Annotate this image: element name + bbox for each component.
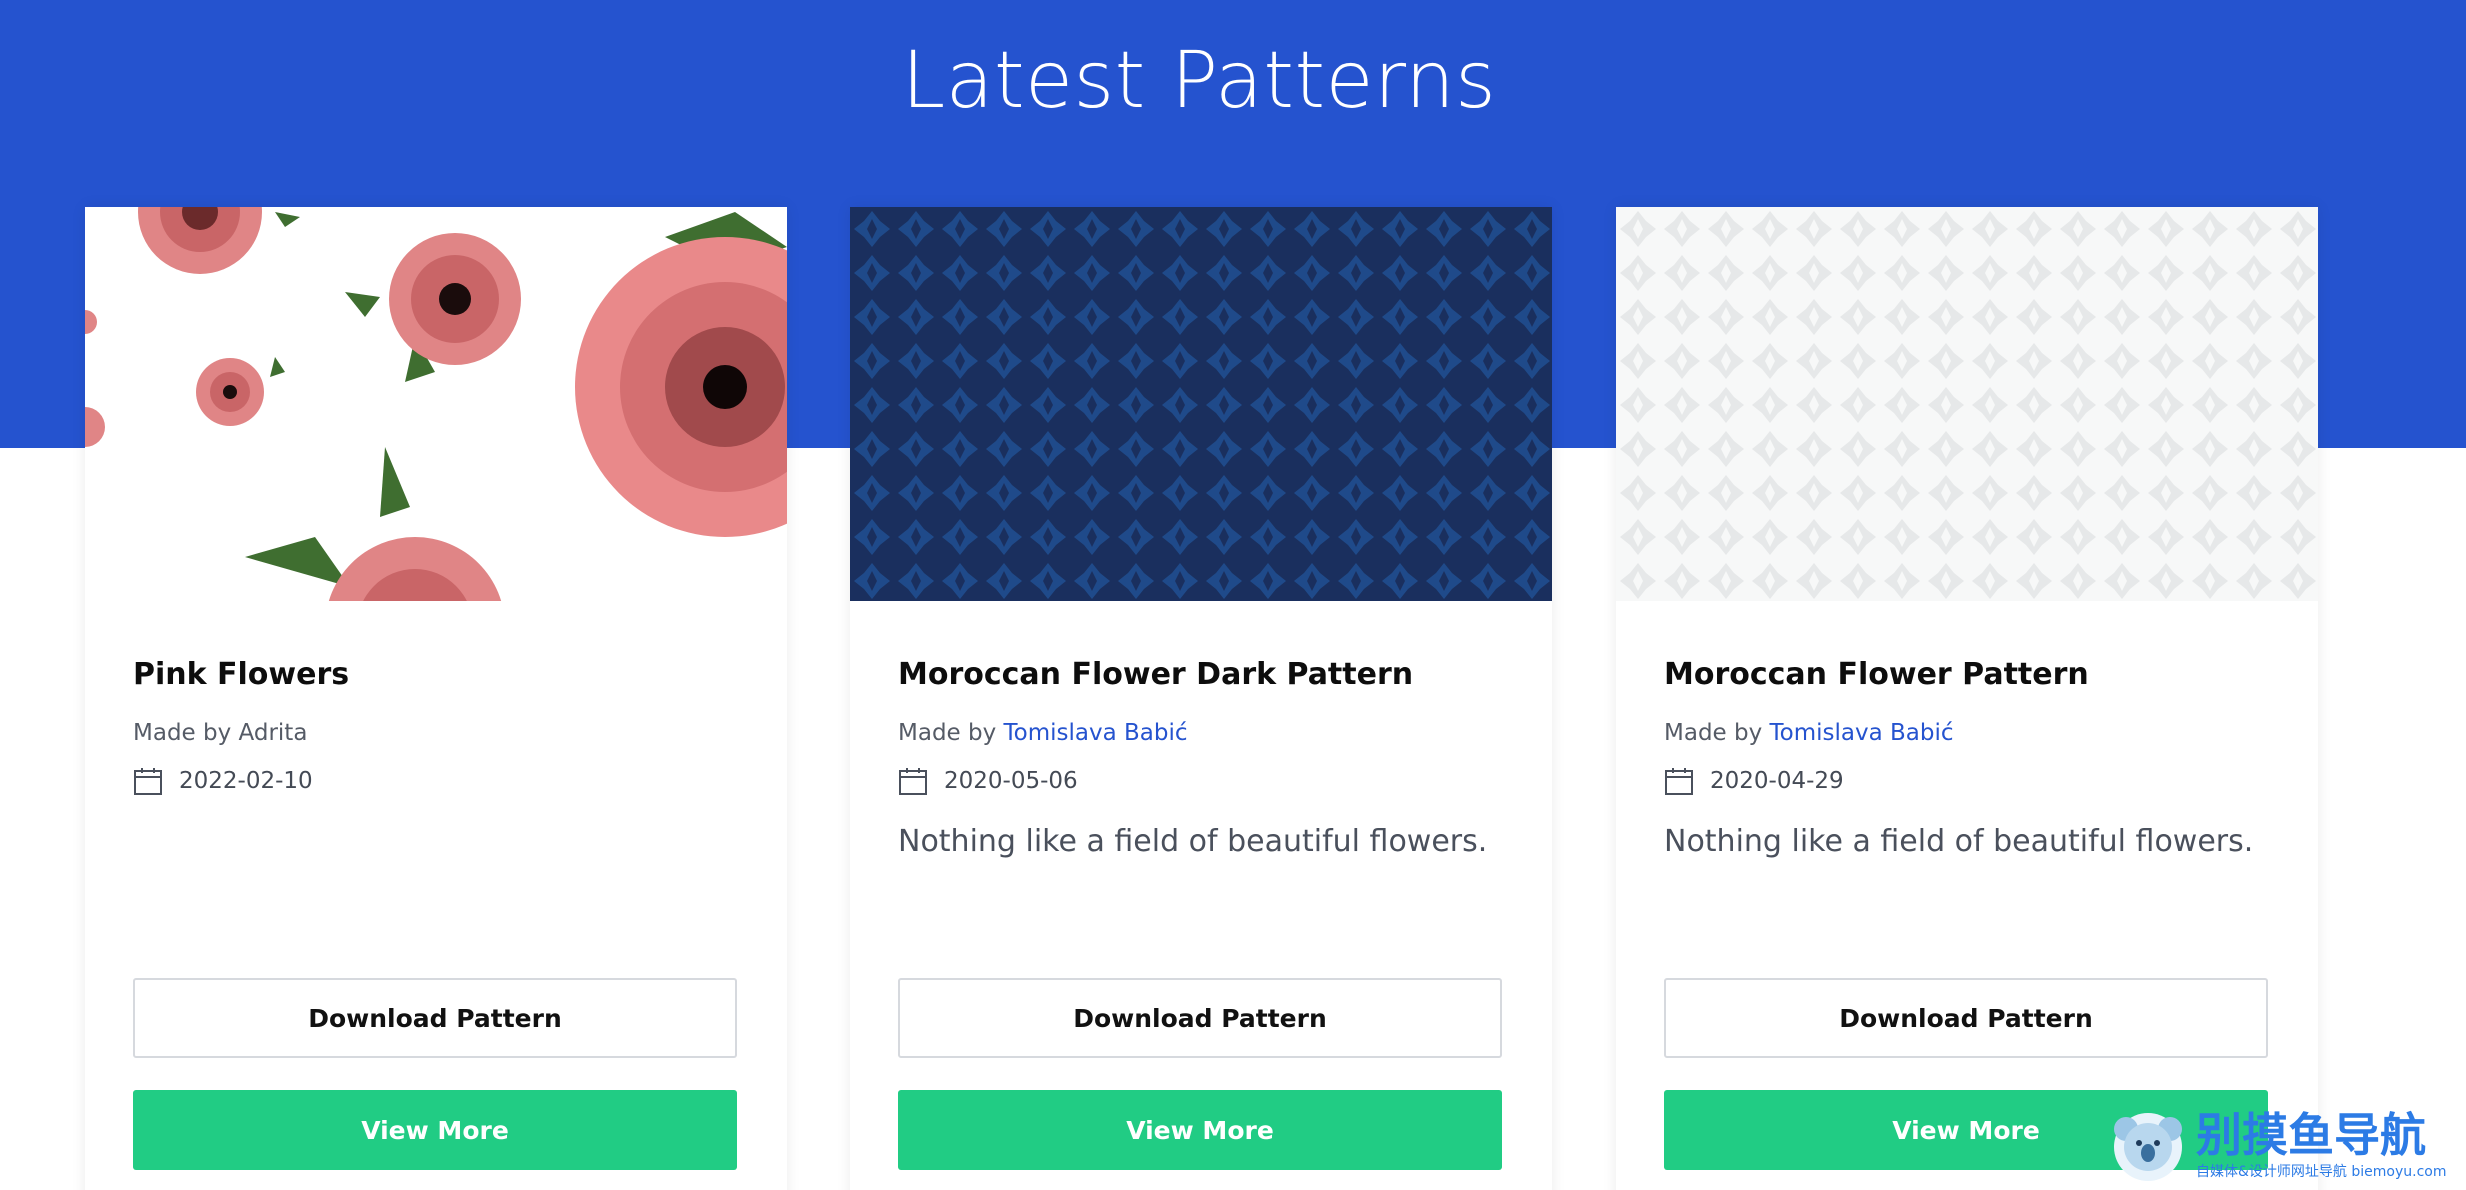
view-more-button[interactable]: View More [133, 1090, 737, 1170]
card-title[interactable]: Pink Flowers [133, 657, 739, 692]
made-by-label: Made by [1664, 720, 1770, 746]
card-title[interactable]: Moroccan Flower Pattern [1664, 657, 2270, 692]
pattern-thumbnail[interactable] [1616, 207, 2318, 601]
date-text: 2022-02-10 [179, 768, 313, 794]
koala-icon [2114, 1113, 2182, 1181]
download-pattern-button[interactable]: Download Pattern [1664, 978, 2268, 1058]
calendar-icon [899, 768, 927, 795]
made-by-label: Made by [898, 720, 1004, 746]
watermark-logo: 别摸鱼导航 自媒体&设计师网址导航 biemoyu.com [2108, 1100, 2458, 1190]
date-row: 2020-04-29 [1664, 766, 2270, 796]
pattern-card-grid: Pink Flowers Made by Adrita 2022-02-10 D… [85, 207, 2318, 1190]
pattern-card: Pink Flowers Made by Adrita 2022-02-10 D… [85, 207, 787, 1190]
pattern-card: Moroccan Flower Dark Pattern Made by Tom… [850, 207, 1552, 1190]
made-by-label: Made by [133, 720, 239, 746]
download-pattern-button[interactable]: Download Pattern [133, 978, 737, 1058]
author-link[interactable]: Tomislava Babić [1004, 720, 1188, 746]
moroccan-light-image [1616, 207, 2318, 601]
author-link[interactable]: Tomislava Babić [1770, 720, 1954, 746]
page-title: Latest Patterns [901, 36, 1497, 126]
author-line: Made by Tomislava Babić [898, 720, 1504, 746]
card-body: Moroccan Flower Pattern Made by Tomislav… [1616, 657, 2318, 864]
author-line: Made by Adrita [133, 720, 739, 746]
download-pattern-button[interactable]: Download Pattern [898, 978, 1502, 1058]
watermark-text: 别摸鱼导航 自媒体&设计师网址导航 biemoyu.com [2196, 1109, 2446, 1181]
watermark-title: 别摸鱼导航 [2196, 1108, 2426, 1162]
date-row: 2020-05-06 [898, 766, 1504, 796]
pink-flowers-image [85, 207, 787, 601]
card-description: Nothing like a field of beautiful flower… [1664, 824, 2254, 859]
watermark-subtitle: 自媒体&设计师网址导航 biemoyu.com [2196, 1164, 2447, 1180]
card-body: Pink Flowers Made by Adrita 2022-02-10 [85, 657, 787, 864]
pattern-card: Moroccan Flower Pattern Made by Tomislav… [1616, 207, 2318, 1190]
card-title[interactable]: Moroccan Flower Dark Pattern [898, 657, 1504, 692]
pattern-thumbnail[interactable] [850, 207, 1552, 601]
author-name: Adrita [238, 720, 308, 746]
date-text: 2020-04-29 [1710, 768, 1844, 794]
card-body: Moroccan Flower Dark Pattern Made by Tom… [850, 657, 1552, 864]
date-row: 2022-02-10 [133, 766, 739, 796]
pattern-thumbnail[interactable] [85, 207, 787, 601]
date-text: 2020-05-06 [944, 768, 1078, 794]
author-line: Made by Tomislava Babić [1664, 720, 2270, 746]
calendar-icon [1665, 768, 1693, 795]
card-description: Nothing like a field of beautiful flower… [898, 824, 1488, 859]
calendar-icon [134, 768, 162, 795]
card-description [133, 824, 739, 864]
view-more-button[interactable]: View More [898, 1090, 1502, 1170]
moroccan-dark-image [850, 207, 1552, 601]
